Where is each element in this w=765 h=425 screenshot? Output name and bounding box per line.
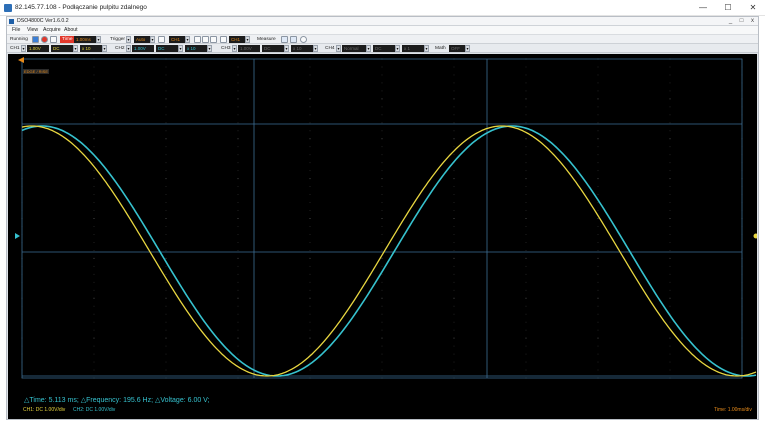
remote-desktop-titlebar: 82.145.77.108 - Podłączanie pulpitu zdal… [0, 0, 765, 16]
ch2-dropdown-icon[interactable]: ▾ [126, 45, 131, 52]
ch2-volts-field[interactable]: 1.00V [132, 45, 154, 52]
math-field[interactable]: OFF [449, 45, 465, 52]
close-icon[interactable]: ✕ [745, 2, 761, 14]
channel-bar: CH1 ▾ 1.00V DC ▾ x 10 ▾ CH2 ▾ 1.00V DC ▾… [7, 44, 758, 53]
ch3-probe-field[interactable]: x 10 [291, 45, 313, 52]
ch1-probe-field[interactable]: x 10 [80, 45, 102, 52]
falling-edge-icon[interactable] [202, 36, 209, 43]
trigger-dropdown-icon[interactable]: ▾ [126, 36, 131, 43]
pulse-icon[interactable] [210, 36, 217, 43]
ch4-coupling-dropdown-icon[interactable]: ▾ [395, 45, 400, 52]
remote-desktop-icon [4, 4, 12, 12]
trigger-source-dropdown-icon[interactable]: ▾ [185, 36, 190, 43]
ch1-coupling-dropdown-icon[interactable]: ▾ [73, 45, 78, 52]
measure-wave-icon[interactable] [290, 36, 297, 43]
ch2-ground-marker[interactable] [15, 233, 20, 239]
maximize-icon[interactable]: ☐ [720, 2, 736, 14]
scope-graticule [15, 57, 758, 379]
ch1-volts-field[interactable]: 1.00V [27, 45, 49, 52]
ch4-volts-dropdown-icon[interactable]: ▾ [366, 45, 371, 52]
trigger-position-marker[interactable] [18, 57, 24, 63]
measure-settings-icon[interactable] [300, 36, 307, 43]
ch1-label: CH1 [10, 46, 20, 51]
trigger-mode-dropdown-icon[interactable]: ▾ [150, 36, 155, 43]
stop-button[interactable] [41, 36, 48, 43]
ch1-dropdown-icon[interactable]: ▾ [21, 45, 26, 52]
ch2-coupling-dropdown-icon[interactable]: ▾ [178, 45, 183, 52]
trigger-level-marker[interactable] [753, 233, 758, 239]
ch2-label: CH2 [115, 46, 125, 51]
ch1-coupling-field[interactable]: DC [51, 45, 73, 52]
app-minimize-icon[interactable]: _ [725, 17, 736, 25]
ch1-probe-dropdown-icon[interactable]: ▾ [102, 45, 107, 52]
ch3-probe-dropdown-icon[interactable]: ▾ [313, 45, 318, 52]
ch3-coupling-field[interactable]: DC [262, 45, 284, 52]
app-title: DSO4800C Ver1.6.0.2 [17, 18, 69, 24]
menu-acquire[interactable]: Acquire [43, 27, 61, 33]
ch4-volts-field[interactable]: Normal [342, 45, 366, 52]
ch4-probe-field[interactable]: x 1 [402, 45, 424, 52]
scope-display[interactable]: EDGE / RISE △Time: 5.113 ms; △Frequency:… [8, 54, 757, 419]
ch4-label: CH4 [325, 46, 335, 51]
trigger-mode-field[interactable]: Auto [134, 36, 150, 43]
ch2-waveform [21, 125, 757, 377]
trigger-label: Trigger [110, 37, 126, 42]
timebase-field[interactable]: 1.00ms [74, 36, 96, 43]
ch4-probe-dropdown-icon[interactable]: ▾ [424, 45, 429, 52]
cursor-icon[interactable] [220, 36, 227, 43]
menu-bar: File View Acquire About [7, 26, 758, 34]
menu-view[interactable]: View [27, 27, 38, 33]
rising-edge-icon[interactable] [194, 36, 201, 43]
ch4-dropdown-icon[interactable]: ▾ [336, 45, 341, 52]
timebase-dropdown-icon[interactable]: ▾ [96, 36, 101, 43]
channel-select-dropdown-icon[interactable]: ▾ [245, 36, 250, 43]
ch2-coupling-field[interactable]: DC [156, 45, 178, 52]
ch2-probe-dropdown-icon[interactable]: ▾ [207, 45, 212, 52]
app-titlebar: DSO4800C Ver1.6.0.2 _ □ x [7, 17, 758, 26]
single-button[interactable] [50, 36, 57, 43]
trigger-source-field[interactable]: CH1 [169, 36, 185, 43]
ch2-probe-field[interactable]: x 10 [185, 45, 207, 52]
toolbar: Running Time 1.00ms ▾ Trigger ▾ Auto ▾ C… [7, 34, 758, 44]
measurement-readout: △Time: 5.113 ms; △Frequency: 195.6 Hz; △… [24, 397, 210, 404]
ch1-waveform [21, 125, 757, 377]
ch3-label: CH3 [221, 46, 231, 51]
app-icon [9, 19, 14, 24]
remote-desktop-title: 82.145.77.108 - Podłączanie pulpitu zdal… [15, 4, 147, 11]
run-button[interactable] [32, 36, 39, 43]
app-window: DSO4800C Ver1.6.0.2 _ □ x File View Acqu… [6, 16, 759, 420]
menu-about[interactable]: About [64, 27, 78, 33]
time-label: Time [60, 36, 75, 43]
math-dropdown-icon[interactable]: ▾ [465, 45, 470, 52]
minimize-icon[interactable]: — [695, 2, 711, 14]
app-close-icon[interactable]: x [747, 17, 758, 25]
trigger-pencil-icon[interactable] [158, 36, 165, 43]
measure-pulse-icon[interactable] [281, 36, 288, 43]
timebase-info: Time: 1.00ms/div [714, 407, 752, 413]
ch3-volts-field[interactable]: 1.00V [238, 45, 260, 52]
measure-label[interactable]: Measure [257, 36, 276, 43]
trigger-tag: EDGE / RISE [23, 69, 50, 74]
ch3-dropdown-icon[interactable]: ▾ [232, 45, 237, 52]
ch3-coupling-dropdown-icon[interactable]: ▾ [284, 45, 289, 52]
run-status-label: Running [10, 37, 28, 42]
channel-select-field[interactable]: CH1 [229, 36, 245, 43]
ch4-coupling-field[interactable]: DC [373, 45, 395, 52]
ch2-info: CH2: DC 1.00V/div [73, 407, 116, 413]
math-label: Math [435, 46, 446, 51]
ch1-info: CH1: DC 1.00V/div [23, 407, 66, 413]
app-maximize-icon[interactable]: □ [736, 17, 747, 25]
menu-file[interactable]: File [12, 27, 20, 33]
